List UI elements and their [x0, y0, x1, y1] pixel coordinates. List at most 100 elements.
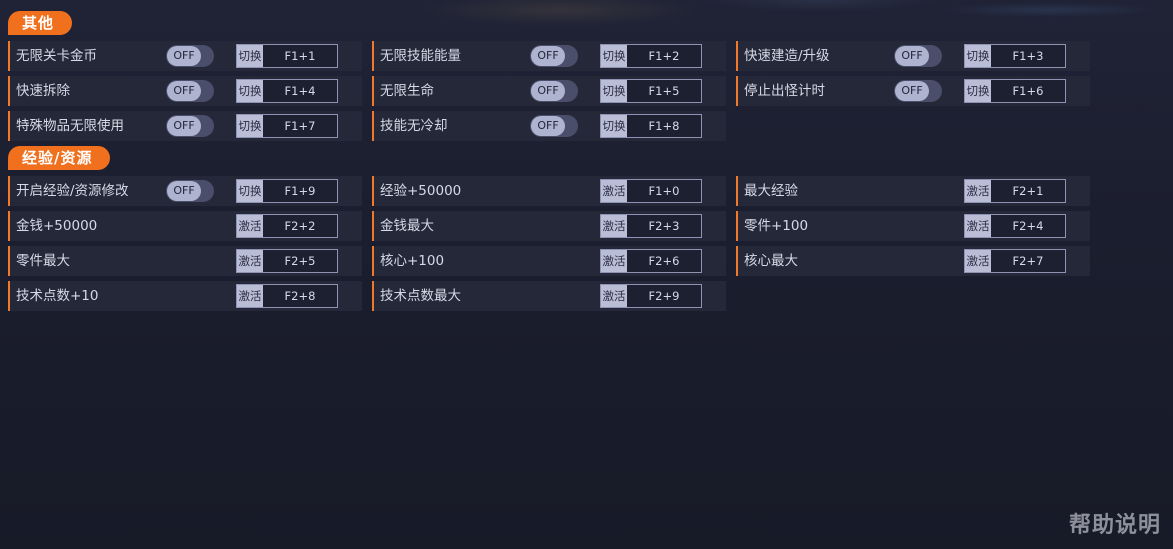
hotkey-box[interactable]: 切换 F1+8 [600, 114, 702, 138]
hotkey-combo: F2+5 [284, 254, 316, 268]
hotkey-box[interactable]: 切换 F1+6 [964, 79, 1066, 103]
hotkey-box[interactable]: 激活 F2+6 [600, 249, 702, 273]
cheat-label: 快速拆除 [16, 83, 70, 99]
toggle-state: OFF [167, 81, 201, 101]
hotkey-box[interactable]: 激活 F2+9 [600, 284, 702, 308]
hotkey-combo: F1+0 [648, 184, 680, 198]
hotkey-mode: 激活 [237, 250, 263, 272]
cheat-row: 停止出怪计时 OFF 切换 F1+6 [736, 76, 1090, 106]
toggle-state: OFF [895, 81, 929, 101]
cheat-row: 金钱+50000 激活 F2+2 [8, 211, 362, 241]
hotkey-combo: F1+9 [284, 184, 316, 198]
section-header: 经验/资源 [8, 146, 111, 170]
toggle-switch[interactable]: OFF [166, 80, 214, 102]
hotkey-box[interactable]: 切换 F1+5 [600, 79, 702, 103]
toggle-switch[interactable]: OFF [530, 115, 578, 137]
hotkey-combo: F2+9 [648, 289, 680, 303]
hotkey-box[interactable]: 切换 F1+7 [236, 114, 338, 138]
cheat-row: 零件最大 激活 F2+5 [8, 246, 362, 276]
hotkey-mode: 切换 [237, 80, 263, 102]
hotkey-combo: F2+1 [1012, 184, 1044, 198]
toggle-state: OFF [531, 116, 565, 136]
hotkey-combo: F2+7 [1012, 254, 1044, 268]
toggle-state: OFF [531, 81, 565, 101]
toggle-state: OFF [167, 181, 201, 201]
cheat-label: 技术点数+10 [16, 288, 99, 304]
toggle-switch[interactable]: OFF [166, 45, 214, 67]
cheat-row: 金钱最大 激活 F2+3 [372, 211, 726, 241]
hotkey-box[interactable]: 切换 F1+4 [236, 79, 338, 103]
hotkey-mode: 切换 [237, 180, 263, 202]
toggle-state: OFF [531, 46, 565, 66]
hotkey-box[interactable]: 激活 F2+1 [964, 179, 1066, 203]
hotkey-box[interactable]: 切换 F1+1 [236, 44, 338, 68]
help-button[interactable]: 帮助说明 [1069, 507, 1161, 539]
cheat-row: 经验+50000 激活 F1+0 [372, 176, 726, 206]
toggle-switch[interactable]: OFF [166, 115, 214, 137]
cheat-row: 技术点数+10 激活 F2+8 [8, 281, 362, 311]
hotkey-mode: 切换 [237, 115, 263, 137]
toggle-state: OFF [895, 46, 929, 66]
hotkey-mode: 激活 [601, 180, 627, 202]
cheat-row: 快速建造/升级 OFF 切换 F1+3 [736, 41, 1090, 71]
hotkey-box[interactable]: 切换 F1+2 [600, 44, 702, 68]
hotkey-mode: 激活 [601, 215, 627, 237]
hotkey-box[interactable]: 切换 F1+9 [236, 179, 338, 203]
cheat-row: 无限技能能量 OFF 切换 F1+2 [372, 41, 726, 71]
toggle-switch[interactable]: OFF [530, 45, 578, 67]
cheat-row: 零件+100 激活 F2+4 [736, 211, 1090, 241]
hotkey-combo: F1+8 [648, 119, 680, 133]
cheat-row: 技术点数最大 激活 F2+9 [372, 281, 726, 311]
cheat-row: 核心+100 激活 F2+6 [372, 246, 726, 276]
cheat-row: 最大经验 激活 F2+1 [736, 176, 1090, 206]
cheat-label: 核心最大 [744, 253, 798, 269]
toggle-switch[interactable]: OFF [530, 80, 578, 102]
cheat-label: 开启经验/资源修改 [16, 183, 129, 199]
toggle-state: OFF [167, 116, 201, 136]
hotkey-box[interactable]: 激活 F2+2 [236, 214, 338, 238]
hotkey-box[interactable]: 激活 F2+8 [236, 284, 338, 308]
cheat-row: 特殊物品无限使用 OFF 切换 F1+7 [8, 111, 362, 141]
cheat-row: 开启经验/资源修改 OFF 切换 F1+9 [8, 176, 362, 206]
toggle-switch[interactable]: OFF [894, 45, 942, 67]
hotkey-box[interactable]: 激活 F2+5 [236, 249, 338, 273]
cheat-label: 零件+100 [744, 218, 809, 234]
cheat-label: 核心+100 [380, 253, 445, 269]
cheat-label: 无限技能能量 [380, 48, 461, 64]
toggle-switch[interactable]: OFF [894, 80, 942, 102]
hotkey-box[interactable]: 激活 F2+4 [964, 214, 1066, 238]
hotkey-mode: 激活 [237, 285, 263, 307]
hotkey-mode: 激活 [601, 250, 627, 272]
cheat-label: 金钱最大 [380, 218, 434, 234]
cheat-row: 核心最大 激活 F2+7 [736, 246, 1090, 276]
hotkey-combo: F2+2 [284, 219, 316, 233]
cheat-label: 技能无冷却 [380, 118, 448, 134]
cheat-label: 技术点数最大 [380, 288, 461, 304]
hotkey-combo: F1+6 [1012, 84, 1044, 98]
cheat-label: 特殊物品无限使用 [16, 118, 124, 134]
hotkey-combo: F1+1 [284, 49, 316, 63]
cheat-row: 快速拆除 OFF 切换 F1+4 [8, 76, 362, 106]
section-header: 其他 [8, 11, 73, 35]
cheat-label: 金钱+50000 [16, 218, 98, 234]
hotkey-combo: F1+7 [284, 119, 316, 133]
cheat-label: 经验+50000 [380, 183, 462, 199]
cheat-label: 零件最大 [16, 253, 70, 269]
hotkey-mode: 切换 [601, 45, 627, 67]
hotkey-combo: F1+5 [648, 84, 680, 98]
hotkey-box[interactable]: 切换 F1+3 [964, 44, 1066, 68]
cheat-label: 无限生命 [380, 83, 434, 99]
hotkey-box[interactable]: 激活 F2+3 [600, 214, 702, 238]
hotkey-mode: 切换 [601, 115, 627, 137]
hotkey-mode: 激活 [965, 180, 991, 202]
hotkey-box[interactable]: 激活 F2+7 [964, 249, 1066, 273]
cheat-label: 最大经验 [744, 183, 798, 199]
cheat-label: 快速建造/升级 [744, 48, 830, 64]
hotkey-combo: F2+8 [284, 289, 316, 303]
hotkey-box[interactable]: 激活 F1+0 [600, 179, 702, 203]
cheat-row: 技能无冷却 OFF 切换 F1+8 [372, 111, 726, 141]
hotkey-mode: 激活 [237, 215, 263, 237]
toggle-state: OFF [167, 46, 201, 66]
toggle-switch[interactable]: OFF [166, 180, 214, 202]
hotkey-mode: 激活 [601, 285, 627, 307]
